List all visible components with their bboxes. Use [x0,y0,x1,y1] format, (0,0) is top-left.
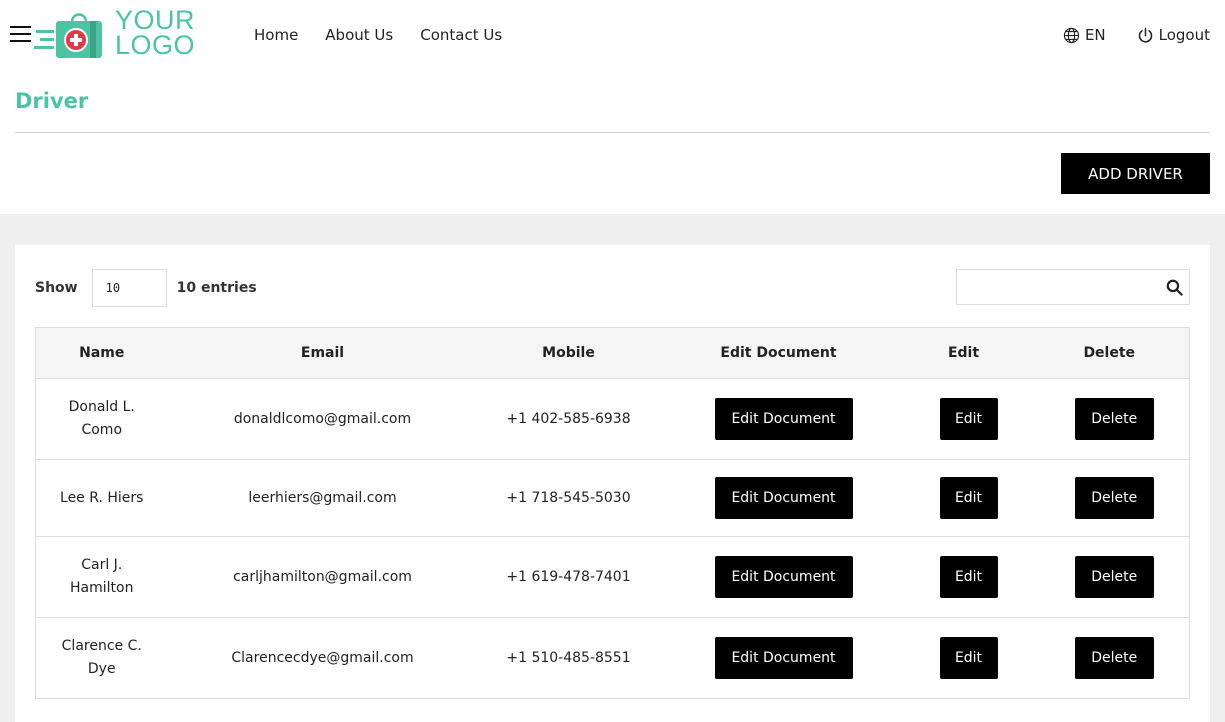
edit-button[interactable]: Edit [939,637,998,679]
driver-mobile: +1 718-545-5030 [477,459,660,537]
power-icon [1138,27,1152,42]
logo-text: YOUR LOGO [115,7,196,60]
driver-name-line2: Como [81,422,123,438]
add-driver-button[interactable]: ADD DRIVER [1061,153,1210,194]
delete-button[interactable]: Delete [1074,637,1154,679]
logout-label: Logout [1158,26,1210,44]
driver-name-line1: Lee R. Hiers [60,489,144,506]
driver-name-line1: Donald L. [68,399,135,415]
edit-document-button[interactable]: Edit Document [714,398,853,440]
column-header-delete[interactable]: Delete [1029,327,1190,379]
driver-name: Donald L. Como [35,378,168,460]
entries-per-page-input[interactable] [91,269,167,307]
driver-mobile: +1 402-585-6938 [477,378,660,460]
language-label: EN [1084,26,1106,44]
title-divider [15,132,1210,133]
column-header-mobile[interactable]: Mobile [477,327,660,379]
edit-button[interactable]: Edit [939,398,998,440]
edit-document-cell: Edit Document [659,617,898,699]
edit-document-cell: Edit Document [659,378,898,460]
edit-button[interactable]: Edit [939,477,998,519]
column-header-name[interactable]: Name [35,327,168,379]
hamburger-menu-icon[interactable] [10,26,31,44]
search-input[interactable] [957,270,1157,304]
nav-about-us-link[interactable]: About Us [325,26,393,44]
driver-name: Carl J. Hamilton [35,536,168,618]
drivers-table: Name Email Mobile Edit Document Edit Del… [35,327,1190,699]
globe-icon [1063,27,1080,43]
logo-text-line2: LOGO [115,30,196,60]
column-header-edit-document[interactable]: Edit Document [659,327,898,379]
language-selector[interactable]: EN [1063,26,1106,44]
table-row: Donald L. Como donaldlcomo@gmail.com +1 … [35,378,1190,460]
logo[interactable]: YOUR LOGO [34,7,199,60]
search-icon[interactable] [1165,278,1184,297]
nav-home-link[interactable]: Home [254,26,298,44]
table-row: Lee R. Hiers leerhiers@gmail.com +1 718-… [35,459,1190,537]
driver-email: donaldlcomo@gmail.com [167,378,478,460]
entries-label: 10 entries [176,280,257,296]
edit-cell: Edit [897,378,1030,460]
nav-contact-us-link[interactable]: Contact Us [420,26,502,44]
show-label: Show [35,280,78,296]
page-header: Driver ADD DRIVER [0,70,1225,214]
top-navbar: YOUR LOGO Home About Us Contact Us EN Lo… [0,0,1225,70]
delete-button[interactable]: Delete [1074,398,1154,440]
driver-name-line2: Hamilton [70,580,134,596]
driver-name-line1: Carl J. [81,557,123,573]
edit-document-cell: Edit Document [659,536,898,618]
main-nav: Home About Us Contact Us [254,0,502,70]
delete-cell: Delete [1029,378,1190,460]
table-row: Clarence C. Dye Clarencecdye@gmail.com +… [35,617,1190,699]
edit-document-button[interactable]: Edit Document [714,477,853,519]
edit-document-cell: Edit Document [659,459,898,537]
driver-name-line1: Clarence C. [61,638,142,654]
driver-email: leerhiers@gmail.com [167,459,478,537]
driver-email: Clarencecdye@gmail.com [167,617,478,699]
driver-mobile: +1 510-485-8551 [477,617,660,699]
table-header-row: Name Email Mobile Edit Document Edit Del… [35,327,1190,379]
edit-cell: Edit [897,536,1030,618]
delete-button[interactable]: Delete [1074,556,1154,598]
delete-cell: Delete [1029,459,1190,537]
driver-name: Clarence C. Dye [35,617,168,699]
medical-bag-logo-icon [34,13,102,58]
table-row: Carl J. Hamilton carljhamilton@gmail.com… [35,536,1190,618]
delete-button[interactable]: Delete [1074,477,1154,519]
edit-button[interactable]: Edit [939,556,998,598]
driver-name-line2: Dye [87,661,116,677]
delete-cell: Delete [1029,617,1190,699]
logout-button[interactable]: Logout [1137,26,1210,44]
search-box [956,269,1190,305]
column-header-email[interactable]: Email [167,327,478,379]
edit-document-button[interactable]: Edit Document [714,637,853,679]
driver-mobile: +1 619-478-7401 [477,536,660,618]
page-title: Driver [15,89,89,113]
driver-name: Lee R. Hiers [35,459,168,537]
driver-email: carljhamilton@gmail.com [167,536,478,618]
entries-control: Show 10 entries [35,269,257,307]
delete-cell: Delete [1029,536,1190,618]
column-header-edit[interactable]: Edit [897,327,1030,379]
header-tools: EN Logout [1063,0,1210,70]
edit-cell: Edit [897,617,1030,699]
edit-cell: Edit [897,459,1030,537]
drivers-card: Show 10 entries Name Email Mobile Edit D… [15,245,1210,722]
edit-document-button[interactable]: Edit Document [714,556,853,598]
